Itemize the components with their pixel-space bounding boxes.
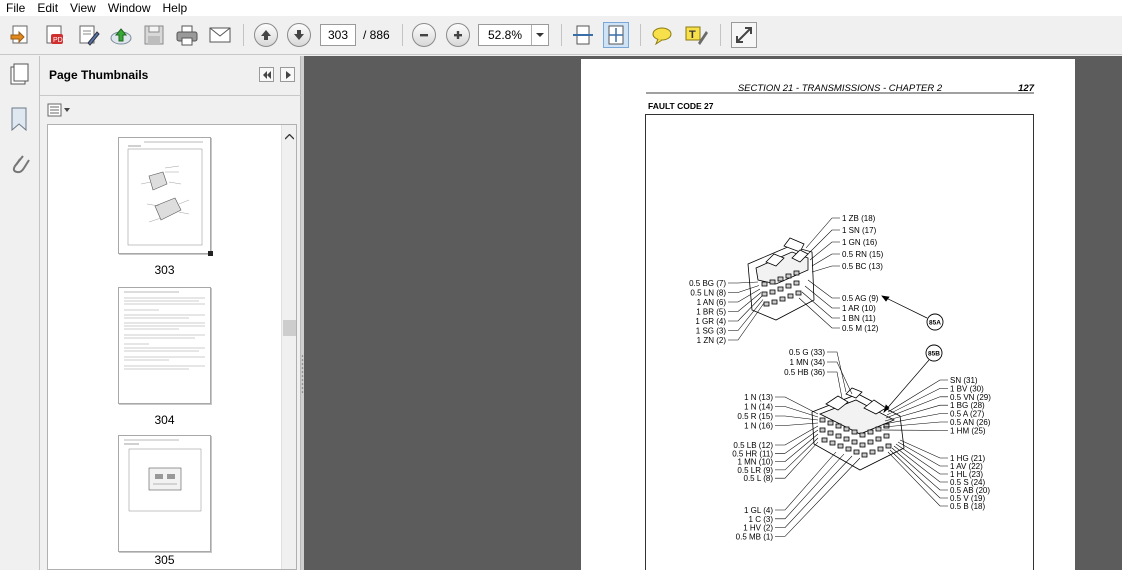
open-icon[interactable] <box>8 22 34 48</box>
svg-text:T: T <box>689 29 696 41</box>
scrollbar-thumb[interactable] <box>283 320 296 336</box>
menu-edit[interactable]: Edit <box>31 0 64 16</box>
page-thumbnails-icon[interactable] <box>7 62 31 89</box>
scroll-up-icon[interactable] <box>284 129 295 143</box>
document-page <box>581 59 1075 570</box>
page-number-input[interactable] <box>320 24 356 46</box>
full-screen-icon[interactable] <box>731 22 757 48</box>
thumbnail-label-303: 303 <box>154 263 175 277</box>
print-icon[interactable] <box>174 22 200 48</box>
thumbnail-list: 303 304 305 <box>47 124 297 570</box>
thumbnail-label-305: 305 <box>154 553 175 567</box>
zoom-select[interactable] <box>478 24 549 46</box>
bookmarks-icon[interactable] <box>8 106 30 135</box>
next-page-button[interactable] <box>287 23 311 47</box>
panel-header: Page Thumbnails <box>40 56 301 96</box>
chevron-down-icon[interactable] <box>531 25 548 45</box>
thumbnail-label-304: 304 <box>154 413 175 427</box>
email-icon[interactable] <box>207 22 233 48</box>
panel-title: Page Thumbnails <box>49 68 149 82</box>
options-menu-icon[interactable] <box>47 102 71 118</box>
expand-panel-button[interactable] <box>280 67 295 82</box>
thumbnail-page-304[interactable] <box>118 287 211 404</box>
upload-cloud-icon[interactable] <box>108 22 134 48</box>
document-view[interactable] <box>304 56 1122 570</box>
thumbnail-page-305[interactable] <box>118 435 211 552</box>
highlight-text-icon[interactable]: T <box>683 22 709 48</box>
create-pdf-icon[interactable]: PDF <box>41 22 67 48</box>
edit-document-icon[interactable] <box>75 22 101 48</box>
previous-page-button[interactable] <box>254 23 278 47</box>
navigation-rail <box>0 56 40 570</box>
menu-view[interactable]: View <box>64 0 102 16</box>
attachments-icon[interactable] <box>8 150 30 179</box>
zoom-out-button[interactable] <box>412 23 436 47</box>
svg-text:PDF: PDF <box>53 37 66 44</box>
fit-page-icon[interactable] <box>603 22 629 48</box>
menu-window[interactable]: Window <box>102 0 157 16</box>
menu-file[interactable]: File <box>0 0 31 16</box>
fit-width-icon[interactable] <box>570 22 596 48</box>
thumbnail-page-303[interactable] <box>118 137 211 254</box>
comment-icon[interactable] <box>649 22 675 48</box>
page-total: / 886 <box>363 28 390 42</box>
menu-help[interactable]: Help <box>157 0 194 16</box>
thumbnail-scrollbar[interactable] <box>281 125 296 569</box>
save-icon[interactable] <box>141 22 167 48</box>
page-thumbnails-panel: Page Thumbnails 303 304 305 <box>40 56 301 570</box>
zoom-in-button[interactable] <box>446 23 470 47</box>
zoom-input[interactable] <box>479 25 531 45</box>
collapse-panel-button[interactable] <box>259 67 274 82</box>
menu-bar: File Edit View Window Help <box>0 0 1122 16</box>
toolbar: PDF / 886 T <box>0 16 1122 55</box>
